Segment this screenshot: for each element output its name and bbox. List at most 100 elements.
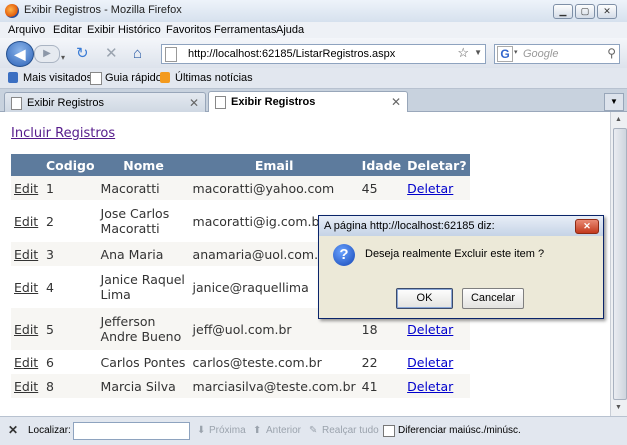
- column-header-email: Email: [189, 154, 359, 176]
- scroll-up-icon[interactable]: ▲: [615, 116, 622, 123]
- edit-link[interactable]: Edit: [14, 181, 38, 196]
- title-bar: Exibir Registros - Mozilla Firefox ▁ ▢ ✕: [0, 0, 627, 23]
- find-previous-button[interactable]: Anterior: [266, 425, 301, 436]
- column-header-codigo: Codigo: [43, 154, 98, 176]
- deletar-link[interactable]: Deletar: [407, 322, 453, 337]
- menu-ferramentas[interactable]: Ferramentas: [214, 24, 276, 36]
- maximize-button[interactable]: ▢: [575, 4, 595, 19]
- find-label: Localizar:: [28, 425, 71, 436]
- highlight-icon: ✎: [309, 425, 318, 436]
- dialog-message: Deseja realmente Excluir este item ?: [365, 248, 545, 260]
- dialog-close-button[interactable]: ✕: [575, 219, 599, 234]
- highlight-all-button[interactable]: Realçar tudo: [322, 425, 379, 436]
- menu-ajuda[interactable]: Ajuda: [276, 24, 304, 36]
- menu-exibir[interactable]: Exibir: [87, 24, 115, 36]
- bookmark-folder-icon: [8, 72, 18, 83]
- cell-email: marciasilva@teste.com.br: [189, 374, 359, 398]
- tab-label: Exibir Registros: [27, 97, 105, 109]
- confirm-dialog: A página http://localhost:62185 diz: ✕ ?…: [318, 215, 604, 319]
- deletar-link[interactable]: Deletar: [407, 181, 453, 196]
- page-icon: [215, 96, 226, 109]
- bookmark-star-icon[interactable]: ☆: [457, 45, 469, 61]
- edit-link[interactable]: Edit: [14, 322, 38, 337]
- edit-link[interactable]: Edit: [14, 379, 38, 394]
- close-tab-icon[interactable]: ✕: [391, 95, 401, 109]
- find-input[interactable]: [73, 422, 190, 440]
- cell-codigo: 8: [43, 374, 98, 398]
- match-case-label[interactable]: Diferenciar maiúsc./minúsc.: [398, 425, 521, 436]
- reload-icon[interactable]: ↻: [76, 46, 89, 61]
- cell-codigo: 2: [43, 200, 98, 242]
- incluir-registros-link[interactable]: Incluir Registros: [11, 126, 115, 141]
- back-button[interactable]: ◀: [6, 41, 34, 67]
- cell-idade: 41: [358, 374, 405, 398]
- scroll-down-icon[interactable]: ▼: [615, 404, 622, 411]
- tab-label: Exibir Registros: [231, 96, 316, 108]
- close-findbar-icon[interactable]: ✕: [8, 423, 18, 437]
- search-box[interactable]: G ▾ Google ⚲: [494, 44, 620, 64]
- cell-idade: 45: [358, 176, 405, 200]
- column-header-deletar: Deletar?: [404, 154, 470, 176]
- history-dropdown-icon[interactable]: ▾: [61, 50, 65, 65]
- edit-link[interactable]: Edit: [14, 214, 38, 229]
- menu-historico[interactable]: Histórico: [118, 24, 161, 36]
- table-row: Edit 8 Marcia Silva marciasilva@teste.co…: [11, 374, 470, 398]
- scrollbar-thumb[interactable]: [613, 128, 627, 400]
- edit-link[interactable]: Edit: [14, 247, 38, 262]
- page-icon: [165, 47, 177, 62]
- question-icon: ?: [333, 244, 355, 266]
- cell-email: macoratti@yahoo.com: [189, 176, 359, 200]
- find-next-icon: ⬇: [197, 425, 206, 436]
- cell-codigo: 1: [43, 176, 98, 200]
- forward-button[interactable]: ▶: [34, 45, 60, 63]
- vertical-scrollbar[interactable]: ▲ ▼: [610, 112, 627, 416]
- tab-exibir-registros-2[interactable]: Exibir Registros ✕: [208, 91, 408, 113]
- tab-exibir-registros-1[interactable]: Exibir Registros ✕: [4, 92, 206, 112]
- edit-link[interactable]: Edit: [14, 355, 38, 370]
- cell-nome: Macoratti: [97, 176, 190, 200]
- cell-email: carlos@teste.com.br: [189, 350, 359, 374]
- deletar-link[interactable]: Deletar: [407, 379, 453, 394]
- menu-favoritos[interactable]: Favoritos: [166, 24, 211, 36]
- dialog-title-bar: A página http://localhost:62185 diz: ✕: [319, 216, 603, 236]
- find-next-button[interactable]: Próxima: [209, 425, 246, 436]
- stop-icon[interactable]: ✕: [105, 46, 118, 61]
- home-icon[interactable]: ⌂: [133, 46, 142, 61]
- cell-codigo: 3: [43, 242, 98, 266]
- menu-editar[interactable]: Editar: [53, 24, 82, 36]
- url-dropdown-icon[interactable]: ▼: [474, 48, 482, 57]
- tab-bar: Exibir Registros ✕ Exibir Registros ✕ ▼: [0, 89, 627, 113]
- find-bar: ✕ Localizar: ⬇ Próxima ⬆ Anterior ✎ Real…: [0, 416, 627, 445]
- table-row: Edit 1 Macoratti macoratti@yahoo.com 45 …: [11, 176, 470, 200]
- bookmark-guia-rapido[interactable]: Guia rápido: [105, 72, 162, 84]
- page-icon: [11, 97, 22, 110]
- column-header-nome: Nome: [97, 154, 190, 176]
- bookmarks-toolbar: Mais visitados Guia rápido Últimas notíc…: [0, 68, 627, 89]
- close-tab-icon[interactable]: ✕: [189, 96, 199, 110]
- edit-link[interactable]: Edit: [14, 280, 38, 295]
- bookmark-mais-visitados[interactable]: Mais visitados: [23, 72, 92, 84]
- cell-idade: 22: [358, 350, 405, 374]
- column-header-idade: Idade: [358, 154, 405, 176]
- rss-icon: [160, 72, 170, 83]
- engine-dropdown-icon[interactable]: ▾: [514, 48, 518, 56]
- bookmark-ultimas-noticias[interactable]: Últimas notícias: [175, 72, 253, 84]
- url-text[interactable]: http://localhost:62185/ListarRegistros.a…: [188, 48, 395, 60]
- match-case-checkbox[interactable]: [383, 425, 395, 437]
- search-icon[interactable]: ⚲: [607, 46, 616, 60]
- edit-column-header: [11, 154, 43, 176]
- firefox-icon: [5, 4, 19, 18]
- google-engine-icon[interactable]: G: [497, 46, 513, 62]
- menu-arquivo[interactable]: Arquivo: [8, 24, 45, 36]
- browser-window: Exibir Registros - Mozilla Firefox ▁ ▢ ✕…: [0, 0, 627, 445]
- search-placeholder[interactable]: Google: [523, 48, 558, 60]
- table-header-row: Codigo Nome Email Idade Deletar?: [11, 154, 470, 176]
- minimize-button[interactable]: ▁: [553, 4, 573, 19]
- close-window-button[interactable]: ✕: [597, 4, 617, 19]
- address-bar[interactable]: http://localhost:62185/ListarRegistros.a…: [161, 44, 486, 64]
- page-icon: [90, 72, 102, 85]
- deletar-link[interactable]: Deletar: [407, 355, 453, 370]
- list-all-tabs-icon[interactable]: ▼: [604, 93, 624, 111]
- cancel-button[interactable]: Cancelar: [462, 288, 524, 309]
- ok-button[interactable]: OK: [396, 288, 453, 309]
